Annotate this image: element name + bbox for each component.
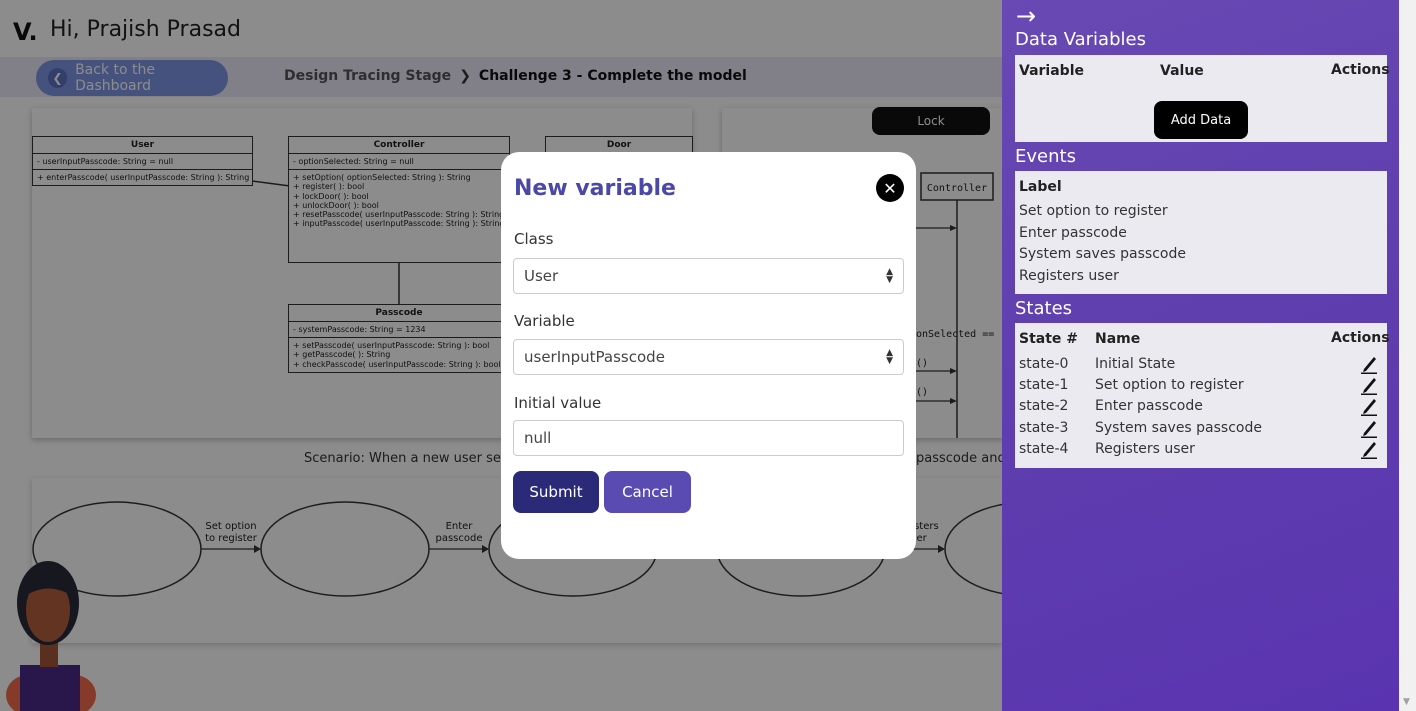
data-variables-title: Data Variables — [1015, 29, 1146, 50]
initial-value-text: null — [524, 429, 552, 447]
column-header-value: Value — [1160, 63, 1204, 79]
state-row: state-1 Set option to register — [1019, 377, 1379, 397]
event-item[interactable]: System saves passcode — [1019, 246, 1186, 262]
state-name: System saves passcode — [1095, 420, 1262, 436]
state-row: state-3 System saves passcode — [1019, 420, 1379, 440]
column-header-name: Name — [1095, 331, 1141, 347]
state-id: state-0 — [1019, 356, 1069, 372]
class-select-value: User — [524, 267, 559, 285]
variable-select[interactable]: userInputPasscode ▲ ▼ — [513, 339, 904, 375]
state-row: state-4 Registers user — [1019, 441, 1379, 461]
submit-button[interactable]: Submit — [513, 471, 599, 513]
initial-value-input[interactable]: null — [513, 420, 904, 456]
state-name: Set option to register — [1095, 377, 1244, 393]
pencil-icon[interactable] — [1360, 375, 1378, 395]
variable-select-value: userInputPasscode — [524, 348, 665, 366]
column-header-state-number: State # — [1019, 331, 1079, 347]
select-arrows-icon: ▲ ▼ — [886, 266, 893, 285]
event-item[interactable]: Enter passcode — [1019, 225, 1127, 241]
class-select[interactable]: User ▲ ▼ — [513, 258, 904, 294]
pencil-icon[interactable] — [1360, 439, 1378, 459]
states-table: State # Name Actions state-0 Initial Sta… — [1015, 323, 1390, 468]
state-name: Enter passcode — [1095, 398, 1203, 414]
column-header-variable: Variable — [1019, 63, 1084, 79]
state-id: state-1 — [1019, 377, 1069, 393]
column-header-label: Label — [1019, 179, 1062, 195]
state-row: state-0 Initial State — [1019, 356, 1379, 376]
state-id: state-3 — [1019, 420, 1069, 436]
arrow-right-icon[interactable]: → — [1016, 2, 1036, 30]
add-data-button[interactable]: Add Data — [1154, 101, 1248, 139]
column-header-actions: Actions — [1331, 62, 1390, 78]
modal-title: New variable — [514, 176, 676, 201]
state-name: Registers user — [1095, 441, 1195, 457]
close-icon[interactable]: ✕ — [876, 174, 904, 202]
state-row: state-2 Enter passcode — [1019, 398, 1379, 418]
events-title: Events — [1015, 146, 1076, 167]
new-variable-modal: New variable ✕ Class User ▲ ▼ Variable us… — [501, 152, 916, 559]
right-panel: → Data Variables Variable Value Actions … — [1002, 0, 1399, 711]
states-title: States — [1015, 298, 1073, 319]
column-header-actions: Actions — [1331, 330, 1390, 346]
state-id: state-4 — [1019, 441, 1069, 457]
page-scrollbar[interactable]: ▼ — [1399, 0, 1416, 711]
pencil-icon[interactable] — [1360, 396, 1378, 416]
state-id: state-2 — [1019, 398, 1069, 414]
cancel-button[interactable]: Cancel — [604, 471, 691, 513]
pencil-icon[interactable] — [1360, 418, 1378, 438]
data-variables-table: Variable Value Actions Add Data — [1015, 55, 1390, 142]
select-arrows-icon: ▲ ▼ — [886, 347, 893, 366]
event-item[interactable]: Set option to register — [1019, 203, 1168, 219]
state-name: Initial State — [1095, 356, 1176, 372]
event-item[interactable]: Registers user — [1019, 268, 1119, 284]
pencil-icon[interactable] — [1360, 354, 1378, 374]
initial-value-label: Initial value — [514, 394, 602, 412]
variable-label: Variable — [514, 312, 575, 330]
events-list: Label Set option to register Enter passc… — [1015, 171, 1387, 294]
scroll-down-icon[interactable]: ▼ — [1403, 697, 1410, 707]
class-label: Class — [514, 230, 554, 248]
